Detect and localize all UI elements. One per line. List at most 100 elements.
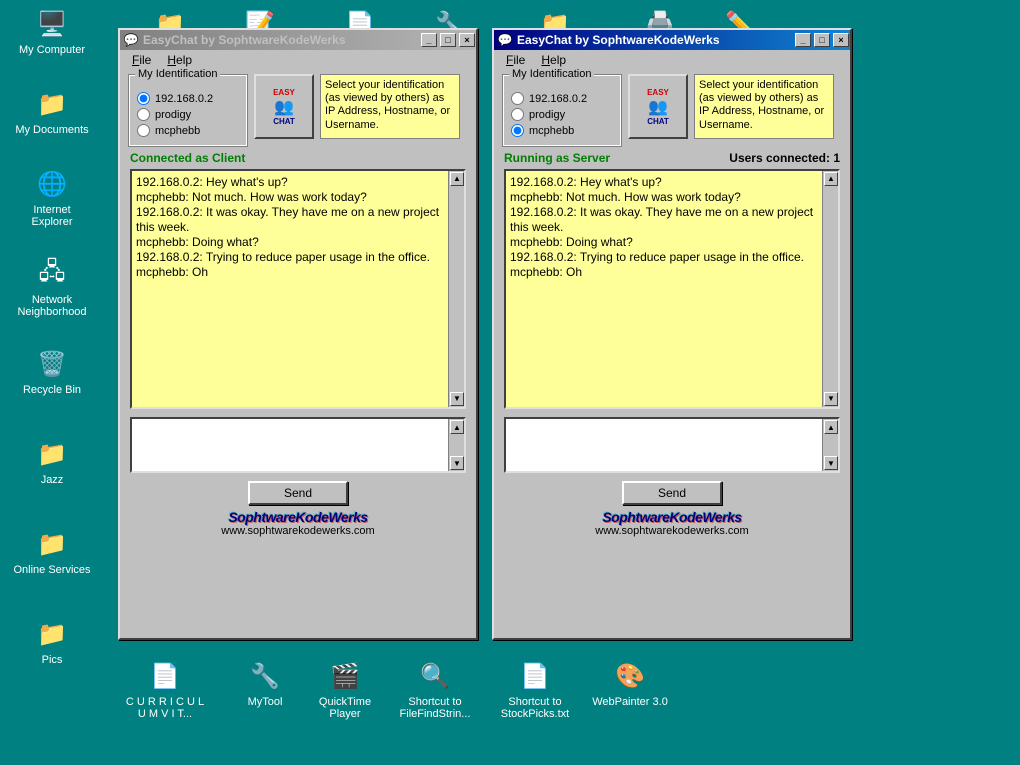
- desktop-icon-label: Internet Explorer: [12, 204, 92, 228]
- desktop-icon-glyph: 🖧: [36, 258, 68, 290]
- footer: SophtwareKodeWerks www.sophtwarekodewerk…: [494, 509, 850, 543]
- desktop-icon-left-4[interactable]: 🗑️ Recycle Bin: [12, 348, 92, 396]
- brand-url: www.sophtwarekodewerks.com: [120, 525, 476, 537]
- desktop-icon-bottom-0[interactable]: 📄 C U R R I C U L U M V I T...: [125, 660, 205, 720]
- brand-logo: SophtwareKodeWerks: [120, 509, 476, 525]
- desktop-icon-bottom-5[interactable]: 🎨 WebPainter 3.0: [590, 660, 670, 708]
- message-input-container: ▲ ▼: [504, 417, 840, 473]
- desktop-icon-left-5[interactable]: 📁 Jazz: [12, 438, 92, 486]
- desktop-icon-glyph: 📄: [149, 660, 181, 692]
- desktop-icon-glyph: 🖥️: [36, 8, 68, 40]
- identification-group: My Identification 192.168.0.2 prodigy mc…: [502, 74, 622, 147]
- app-logo: EASY 👥 CHAT: [254, 74, 314, 139]
- desktop-icon-bottom-2[interactable]: 🎬 QuickTime Player: [305, 660, 385, 720]
- desktop-icon-left-3[interactable]: 🖧 Network Neighborhood: [12, 258, 92, 318]
- titlebar[interactable]: 💬 EasyChat by SophtwareKodeWerks _ □ ×: [494, 30, 850, 50]
- desktop-icon-label: Network Neighborhood: [12, 294, 92, 318]
- desktop-icon-label: QuickTime Player: [305, 696, 385, 720]
- scroll-up-button[interactable]: ▲: [824, 420, 838, 434]
- message-input[interactable]: [506, 419, 820, 471]
- desktop-icon-bottom-4[interactable]: 📄Shortcut to StockPicks.txt: [495, 660, 575, 720]
- desktop-icon-bottom-1[interactable]: 🔧 MyTool: [225, 660, 305, 708]
- hint-text: Select your identification (as viewed by…: [694, 74, 834, 139]
- desktop-icon-glyph: 📁: [36, 438, 68, 470]
- scroll-down-button[interactable]: ▼: [450, 456, 464, 470]
- desktop-icon-left-0[interactable]: 🖥️ My Computer: [12, 8, 92, 56]
- radio-username[interactable]: mcphebb: [511, 124, 613, 137]
- easychat-window-client[interactable]: 💬 EasyChat by SophtwareKodeWerks _ □ × F…: [118, 28, 478, 640]
- group-legend: My Identification: [135, 68, 220, 80]
- desktop-icon-bottom-3[interactable]: 🔍 Shortcut to FileFindStrin...: [395, 660, 475, 720]
- desktop-icon-label: Online Services: [12, 564, 92, 576]
- titlebar[interactable]: 💬 EasyChat by SophtwareKodeWerks _ □ ×: [120, 30, 476, 50]
- close-button[interactable]: ×: [833, 33, 849, 47]
- minimize-button[interactable]: _: [421, 33, 437, 47]
- app-icon: 💬: [497, 32, 513, 48]
- chat-text: 192.168.0.2: Hey what's up? mcphebb: Not…: [510, 175, 820, 280]
- group-legend: My Identification: [509, 68, 594, 80]
- window-title: EasyChat by SophtwareKodeWerks: [517, 33, 720, 47]
- desktop-icon-label: MyTool: [225, 696, 305, 708]
- radio-username[interactable]: mcphebb: [137, 124, 239, 137]
- scrollbar[interactable]: ▲ ▼: [448, 419, 464, 471]
- desktop-icon-label: C U R R I C U L U M V I T...: [125, 696, 205, 720]
- desktop-icon-label: Shortcut to FileFindStrin...: [395, 696, 475, 720]
- scroll-up-button[interactable]: ▲: [450, 172, 464, 186]
- minimize-button[interactable]: _: [795, 33, 811, 47]
- scrollbar[interactable]: ▲ ▼: [822, 419, 838, 471]
- desktop-icon-label: Pics: [12, 654, 92, 666]
- scroll-down-button[interactable]: ▼: [824, 392, 838, 406]
- radio-ip[interactable]: 192.168.0.2: [511, 92, 613, 105]
- menu-file[interactable]: File: [124, 51, 159, 69]
- hint-text: Select your identification (as viewed by…: [320, 74, 460, 139]
- desktop-icon-left-2[interactable]: 🌐 Internet Explorer: [12, 168, 92, 228]
- scroll-down-button[interactable]: ▼: [824, 456, 838, 470]
- chat-log[interactable]: 192.168.0.2: Hey what's up? mcphebb: Not…: [130, 169, 466, 409]
- scroll-up-button[interactable]: ▲: [824, 172, 838, 186]
- easychat-window-server[interactable]: 💬 EasyChat by SophtwareKodeWerks _ □ × F…: [492, 28, 852, 640]
- radio-hostname[interactable]: prodigy: [137, 108, 239, 121]
- brand-url: www.sophtwarekodewerks.com: [494, 525, 850, 537]
- chat-log[interactable]: 192.168.0.2: Hey what's up? mcphebb: Not…: [504, 169, 840, 409]
- menu-help[interactable]: Help: [533, 51, 574, 69]
- desktop-icon-glyph: 🌐: [36, 168, 68, 200]
- desktop-icon-left-1[interactable]: 📁 My Documents: [12, 88, 92, 136]
- users-connected: Users connected: 1: [729, 151, 840, 165]
- footer: SophtwareKodeWerks www.sophtwarekodewerk…: [120, 509, 476, 543]
- send-button[interactable]: Send: [248, 481, 348, 505]
- scrollbar[interactable]: ▲ ▼: [822, 171, 838, 407]
- menubar: File Help: [494, 50, 850, 70]
- desktop-icon-glyph: 📁: [36, 88, 68, 120]
- desktop-icon-glyph: 🔍: [419, 660, 451, 692]
- desktop-icon-label: Jazz: [12, 474, 92, 486]
- message-input[interactable]: [132, 419, 446, 471]
- desktop-icon-label: Shortcut to StockPicks.txt: [495, 696, 575, 720]
- desktop-icon-glyph: 🎨: [614, 660, 646, 692]
- desktop-icon-label: My Documents: [12, 124, 92, 136]
- maximize-button[interactable]: □: [814, 33, 830, 47]
- desktop-icon-glyph: 🎬: [329, 660, 361, 692]
- brand-logo: SophtwareKodeWerks: [494, 509, 850, 525]
- desktop-icon-left-6[interactable]: 📁Online Services: [12, 528, 92, 576]
- send-button[interactable]: Send: [622, 481, 722, 505]
- desktop-icon-label: WebPainter 3.0: [590, 696, 670, 708]
- window-title: EasyChat by SophtwareKodeWerks: [143, 33, 346, 47]
- chat-text: 192.168.0.2: Hey what's up? mcphebb: Not…: [136, 175, 446, 280]
- close-button[interactable]: ×: [459, 33, 475, 47]
- maximize-button[interactable]: □: [440, 33, 456, 47]
- radio-hostname[interactable]: prodigy: [511, 108, 613, 121]
- desktop-icon-left-7[interactable]: 📁Pics: [12, 618, 92, 666]
- menu-file[interactable]: File: [498, 51, 533, 69]
- app-logo: EASY 👥 CHAT: [628, 74, 688, 139]
- desktop-icon-glyph: 🗑️: [36, 348, 68, 380]
- desktop-icon-label: My Computer: [12, 44, 92, 56]
- desktop-icon-glyph: 🔧: [249, 660, 281, 692]
- scroll-down-button[interactable]: ▼: [450, 392, 464, 406]
- desktop-icon-label: Recycle Bin: [12, 384, 92, 396]
- menubar: File Help: [120, 50, 476, 70]
- scrollbar[interactable]: ▲ ▼: [448, 171, 464, 407]
- menu-help[interactable]: Help: [159, 51, 200, 69]
- radio-ip[interactable]: 192.168.0.2: [137, 92, 239, 105]
- app-icon: 💬: [123, 32, 139, 48]
- scroll-up-button[interactable]: ▲: [450, 420, 464, 434]
